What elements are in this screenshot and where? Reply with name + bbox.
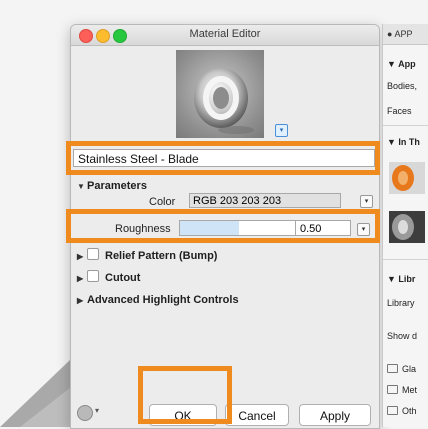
parameters-label: Parameters — [87, 180, 147, 192]
cutout-checkbox[interactable] — [87, 270, 99, 282]
relief-pattern-row[interactable]: ▶ Relief Pattern (Bump) — [77, 248, 217, 262]
material-preview — [176, 50, 264, 138]
color-label: Color — [149, 196, 176, 208]
show-downloaded-row[interactable]: Show d — [387, 331, 417, 341]
preview-options-button[interactable]: ▾ — [275, 124, 288, 137]
cutout-label: Cutout — [105, 272, 141, 284]
divider — [383, 125, 428, 126]
material-thumbnail-steel[interactable] — [389, 211, 425, 243]
disclosure-closed-icon: ▶ — [77, 252, 84, 261]
bodies-row[interactable]: Bodies, — [387, 81, 417, 91]
title-bar[interactable]: Material Editor — [71, 25, 379, 46]
panel-header[interactable]: ● APP — [383, 24, 428, 45]
library-header-label: Libr — [398, 274, 416, 284]
appearance-section-header[interactable]: ▼ App — [387, 59, 416, 69]
appearance-label: App — [398, 59, 416, 69]
relief-checkbox[interactable] — [87, 248, 99, 260]
library-folder-other[interactable]: Oth — [387, 406, 417, 416]
cancel-button[interactable]: Cancel — [225, 404, 289, 426]
in-this-label: In Th — [398, 137, 420, 147]
advanced-highlight-row[interactable]: ▶ Advanced Highlight Controls — [77, 294, 239, 306]
color-field[interactable]: RGB 203 203 203 — [189, 193, 341, 208]
name-field-highlight — [66, 141, 380, 175]
divider — [383, 259, 428, 260]
library-section-header[interactable]: ▼ Libr — [387, 274, 415, 284]
panel-title: APP — [394, 29, 413, 39]
faces-row[interactable]: Faces — [387, 106, 412, 116]
folder-label: Met — [402, 385, 418, 395]
library-folder-glass[interactable]: Gla — [387, 364, 416, 374]
ok-button-highlight — [138, 366, 232, 424]
folder-icon — [387, 406, 398, 415]
material-thumbnail-orange[interactable] — [389, 162, 425, 194]
library-label: Library — [387, 298, 415, 308]
cutout-row[interactable]: ▶ Cutout — [77, 270, 140, 284]
folder-label: Gla — [402, 364, 417, 374]
color-dropdown-button[interactable]: ▾ — [360, 195, 373, 208]
appearance-panel: ● APP ▼ App Bodies, Faces ▼ In Th ▼ Libr… — [382, 24, 428, 427]
folder-label: Oth — [402, 406, 417, 416]
disclosure-closed-icon: ▶ — [77, 296, 84, 305]
material-sphere-preview — [194, 68, 254, 134]
in-this-design-header[interactable]: ▼ In Th — [387, 137, 420, 147]
advanced-label: Advanced Highlight Controls — [87, 294, 239, 306]
disclosure-closed-icon: ▶ — [77, 274, 84, 283]
folder-icon — [387, 364, 398, 373]
folder-icon — [387, 385, 398, 394]
library-folder-metal[interactable]: Met — [387, 385, 417, 395]
chevron-down-icon[interactable]: ▾ — [95, 406, 99, 415]
panel-bullet-icon: ● — [387, 29, 393, 39]
apply-button[interactable]: Apply — [299, 404, 371, 426]
window-title: Material Editor — [189, 28, 261, 40]
gear-icon[interactable] — [77, 405, 93, 421]
parameters-header[interactable]: ▼ Parameters — [77, 180, 147, 192]
disclosure-open-icon: ▼ — [77, 182, 85, 191]
roughness-highlight — [66, 209, 380, 243]
relief-label: Relief Pattern (Bump) — [105, 250, 218, 262]
